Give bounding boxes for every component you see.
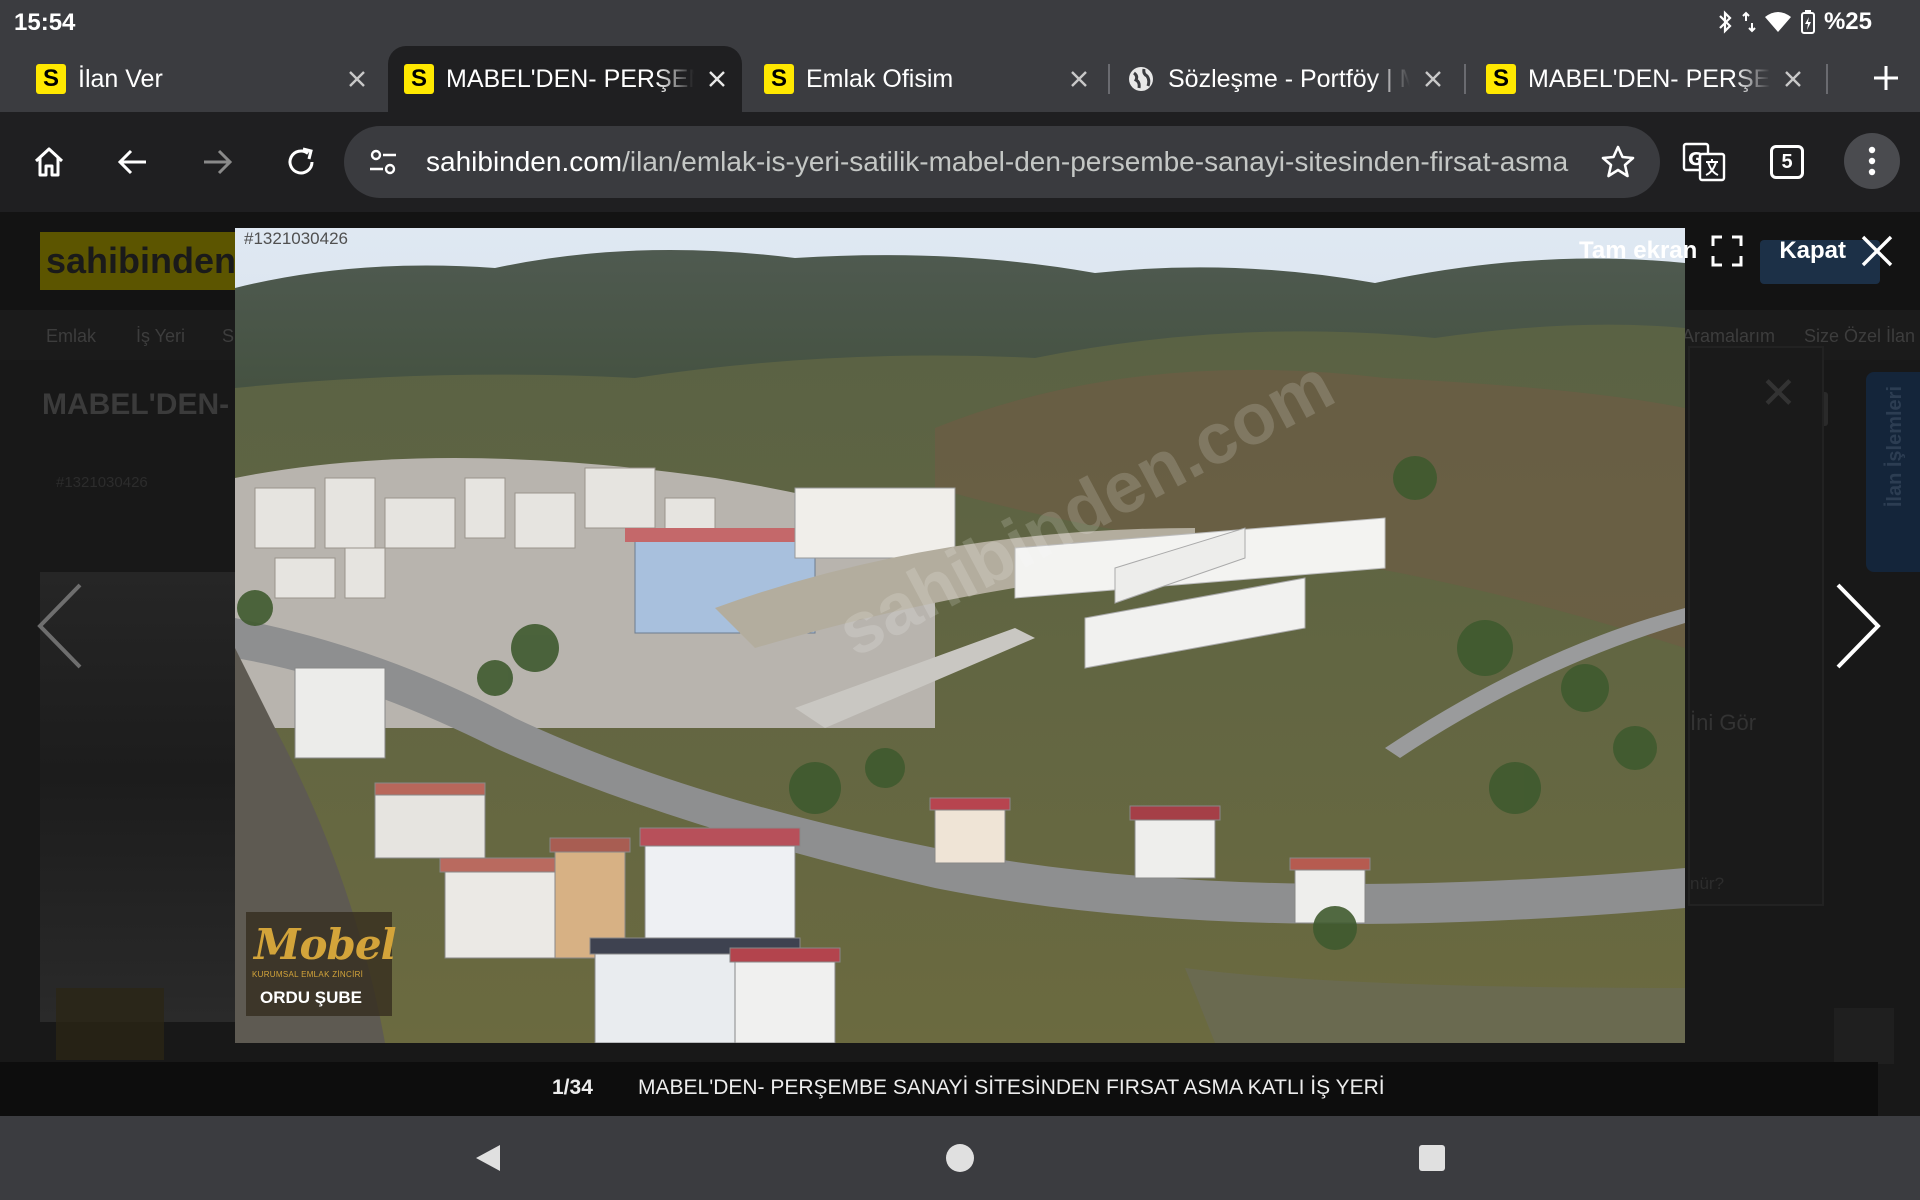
tab-title: MABEL'DEN- PERŞEMBE (1528, 64, 1770, 93)
mobel-logo-branch: ORDU ŞUBE (260, 988, 363, 1007)
circle-home-icon (946, 1144, 974, 1172)
close-icon (1861, 235, 1893, 267)
home-icon (34, 147, 64, 177)
tab-count: 5 (1770, 145, 1804, 179)
sahibinden-favicon-icon: S (36, 64, 66, 94)
triangle-back-icon (476, 1145, 500, 1171)
breadcrumb-item[interactable]: İş Yeri (136, 326, 185, 347)
chevron-right-icon (1836, 583, 1881, 669)
site-logo[interactable]: sahibinden (40, 232, 240, 290)
browser-toolbar: sahibinden.com/ilan/emlak-is-yeri-satili… (0, 112, 1920, 212)
status-bar: 15:54 %25 (0, 0, 1920, 44)
gallery-photo[interactable]: sahibinden.com (235, 228, 1685, 1043)
photo-caption: MABEL'DEN- PERŞEMBE SANAYİ SİTESİNDEN FI… (638, 1076, 1385, 1099)
status-time: 15:54 (14, 9, 76, 36)
tab-title: İlan Ver (78, 64, 163, 93)
battery-icon (1800, 10, 1815, 34)
side-tab-label: İlan İşlemleri (1884, 386, 1906, 508)
tab-separator (1826, 64, 1828, 94)
system-recents-button[interactable] (1412, 1138, 1452, 1178)
chevron-left-icon (37, 583, 82, 669)
address-bar[interactable]: sahibinden.com/ilan/emlak-is-yeri-satili… (344, 126, 1660, 198)
breadcrumb-item[interactable]: S (222, 326, 234, 347)
system-home-button[interactable] (940, 1138, 980, 1178)
forward-button[interactable] (192, 137, 242, 187)
photo-counter: 1/34 (552, 1076, 593, 1099)
back-arrow-icon (117, 149, 146, 175)
tab-separator (1108, 64, 1110, 94)
gallery-listing-id: #1321030426 (244, 229, 349, 248)
tab-close-icon[interactable] (702, 64, 732, 94)
tab-separator (1464, 64, 1466, 94)
tab-title: Sözleşme - Portföy | MOBEL (1168, 64, 1410, 93)
tab-title: Emlak Ofisim (806, 64, 954, 93)
sahibinden-favicon-icon: S (1486, 64, 1516, 94)
square-recents-icon (1419, 1145, 1445, 1171)
new-tab-button[interactable] (1866, 58, 1906, 98)
tab-switcher-button[interactable]: 5 (1762, 137, 1812, 187)
more-vert-icon (1868, 146, 1876, 176)
globe-icon (1129, 67, 1153, 91)
close-gallery-button[interactable]: Kapat (1779, 234, 1894, 268)
url-domain: sahibinden.com (426, 146, 623, 177)
url-path: /ilan/emlak-is-yeri-satilik-mabel-den-pe… (622, 146, 1569, 177)
translate-button[interactable]: G (1676, 137, 1732, 187)
tab-title: MABEL'DEN- PERŞEMBE (446, 64, 694, 93)
tab-mabel-2[interactable]: S MABEL'DEN- PERŞEMBE (1486, 46, 1808, 112)
gallery-next-button[interactable] (1828, 578, 1888, 674)
close-icon[interactable]: ✕ (1760, 368, 1797, 419)
close-label: Kapat (1779, 237, 1846, 264)
listing-title: MABEL'DEN- (42, 388, 230, 421)
tab-close-icon[interactable] (1418, 64, 1448, 94)
reload-icon (288, 147, 314, 175)
browser-menu-button[interactable] (1844, 133, 1900, 189)
nav-link-searches[interactable]: Aramalarım (1682, 326, 1775, 347)
scroll-top-button[interactable] (1834, 1008, 1894, 1064)
fullscreen-label: Tam ekran (1579, 237, 1698, 264)
panel-link[interactable]: İni Gör (1690, 710, 1756, 736)
sahibinden-favicon-icon: S (764, 64, 794, 94)
data-arrows-icon (1742, 11, 1756, 33)
breadcrumb-item[interactable]: Emlak (46, 326, 96, 347)
gallery-prev-button[interactable] (30, 578, 90, 674)
sahibinden-favicon-icon: S (404, 64, 434, 94)
nav-link-special[interactable]: Size Özel İlan (1804, 326, 1915, 347)
url-text[interactable]: sahibinden.com/ilan/emlak-is-yeri-satili… (426, 146, 1586, 178)
tab-mabel-active[interactable]: S MABEL'DEN- PERŞEMBE (388, 46, 742, 112)
panel-question: nür? (1690, 874, 1725, 893)
contact-panel: ✕ (1688, 346, 1824, 906)
fullscreen-button[interactable]: Tam ekran (1579, 235, 1743, 267)
system-nav-bar (0, 1116, 1920, 1200)
wifi-icon (1764, 12, 1791, 32)
tab-sozlesme[interactable]: Sözleşme - Portföy | MOBEL (1126, 46, 1448, 112)
mobel-logo-name: Mobel (254, 920, 397, 969)
back-button[interactable] (108, 137, 158, 187)
bookmark-star-icon[interactable] (1600, 144, 1636, 180)
brand-logo-thumb (56, 988, 164, 1060)
mobel-logo-tagline: KURUMSAL EMLAK ZİNCİRİ (252, 970, 364, 979)
status-icons: %25 (1716, 8, 1872, 36)
listing-id: #1321030426 (56, 474, 148, 491)
gallery-caption-bar: 1/34 MABEL'DEN- PERŞEMBE SANAYİ SİTESİND… (0, 1062, 1878, 1116)
home-button[interactable] (24, 137, 74, 187)
tab-ilan-ver[interactable]: S İlan Ver (36, 46, 372, 112)
site-settings-icon[interactable] (368, 148, 398, 176)
tab-close-icon[interactable] (1064, 64, 1094, 94)
translate-icon: G (1682, 142, 1726, 182)
tab-close-icon[interactable] (1778, 64, 1808, 94)
listing-actions-tab[interactable]: İlan İşlemleri (1866, 372, 1920, 572)
reload-button[interactable] (276, 137, 326, 187)
system-back-button[interactable] (468, 1138, 508, 1178)
gallery-actions: Tam ekran Kapat (1557, 228, 1894, 274)
tab-close-icon[interactable] (342, 64, 372, 94)
mobel-logo: Mobel KURUMSAL EMLAK ZİNCİRİ ORDU ŞUBE (246, 912, 397, 1016)
battery-level: %25 (1823, 8, 1872, 35)
tab-emlak-ofisim[interactable]: S Emlak Ofisim (764, 46, 1094, 112)
plus-icon (1874, 66, 1898, 90)
forward-arrow-icon (204, 149, 233, 175)
aerial-town-photo: sahibinden.com (235, 228, 1685, 1043)
fullscreen-icon (1711, 235, 1743, 267)
tab-strip: S İlan Ver S MABEL'DEN- PERŞEMBE S Emlak… (0, 44, 1920, 112)
bluetooth-icon (1719, 10, 1732, 34)
